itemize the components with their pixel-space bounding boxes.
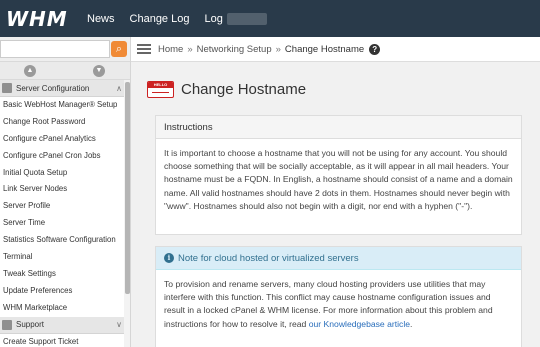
change-log-link[interactable]: Change Log [130, 13, 190, 25]
instructions-heading: Instructions [156, 116, 521, 139]
breadcrumb: Home » Networking Setup » Change Hostnam… [131, 37, 540, 62]
top-nav: News Change Log Log [72, 12, 267, 25]
top-header: WHM News Change Log Log [0, 0, 540, 37]
breadcrumb-home[interactable]: Home [158, 44, 183, 55]
menu-toggle-icon[interactable] [137, 42, 151, 56]
sidebar-item-update-preferences[interactable]: Update Preferences [0, 283, 130, 300]
sidebar-item-server-time[interactable]: Server Time [0, 215, 130, 232]
search-icon[interactable]: ⌕ [111, 41, 127, 57]
cloud-note-heading-row: i Note for cloud hosted or virtualized s… [156, 247, 521, 270]
sidebar-scrollbar[interactable] [124, 80, 130, 347]
page-title: Change Hostname [181, 81, 307, 98]
help-icon[interactable]: ? [369, 43, 381, 55]
main-content: HELLO Change Hostname Instructions It is… [131, 63, 540, 347]
info-icon: i [164, 253, 174, 263]
cloud-note-panel: i Note for cloud hosted or virtualized s… [155, 246, 522, 347]
sidebar-item-terminal[interactable]: Terminal [0, 249, 130, 266]
sidebar-item-basic-setup[interactable]: Basic WebHost Manager® Setup [0, 97, 130, 114]
server-icon [2, 83, 12, 93]
instructions-panel: Instructions It is important to choose a… [155, 115, 522, 235]
sidebar-item-link-server-nodes[interactable]: Link Server Nodes [0, 181, 130, 198]
sidebar-section-label: Server Configuration [16, 83, 90, 93]
hello-nametag-label: HELLO [148, 82, 173, 88]
sidebar-item-quota-setup[interactable]: Initial Quota Setup [0, 165, 130, 182]
expand-down-icon[interactable]: ▼ [93, 65, 105, 77]
knowledgebase-link[interactable]: our Knowledgebase article [309, 319, 410, 329]
sidebar-search-row: ⌕ [0, 37, 130, 62]
chevron-down-icon: ∨ [116, 320, 122, 330]
cloud-note-end: . [410, 318, 413, 329]
sidebar-item-tweak-settings[interactable]: Tweak Settings [0, 266, 130, 283]
blurred-username [226, 12, 267, 25]
whm-logo[interactable]: WHM [6, 7, 72, 31]
page-header: HELLO Change Hostname [147, 81, 306, 98]
breadcrumb-current: Change Hostname [284, 43, 365, 55]
collapse-up-icon[interactable]: ▲ [24, 65, 36, 77]
chevron-up-icon: ∧ [116, 83, 122, 93]
support-icon [2, 319, 12, 330]
sidebar-section-support[interactable]: Support ∨ [0, 316, 130, 334]
sidebar-item-create-support-ticket[interactable]: Create Support Ticket [0, 334, 130, 347]
sidebar-search-input[interactable] [0, 40, 110, 58]
log-link[interactable]: Log [204, 13, 222, 25]
sidebar-item-whm-marketplace[interactable]: WHM Marketplace [0, 300, 130, 317]
breadcrumb-separator: » [275, 43, 281, 55]
sidebar-item-change-root-password[interactable]: Change Root Password [0, 114, 130, 131]
breadcrumb-separator: » [187, 43, 193, 55]
sidebar-collapse-row: ▲ ▼ [0, 62, 130, 80]
sidebar-item-cron-jobs[interactable]: Configure cPanel Cron Jobs [0, 148, 130, 165]
breadcrumb-networking-setup[interactable]: Networking Setup [197, 44, 272, 55]
cloud-note-heading: Note for cloud hosted or virtualized ser… [178, 252, 359, 264]
sidebar-item-server-profile[interactable]: Server Profile [0, 198, 130, 215]
news-link[interactable]: News [87, 13, 115, 25]
sidebar-section-server-configuration[interactable]: Server Configuration ∧ [0, 80, 130, 97]
sidebar-scrollbar-thumb[interactable] [125, 82, 130, 294]
sidebar-item-cpanel-analytics[interactable]: Configure cPanel Analytics [0, 131, 130, 148]
instructions-text: It is important to choose a hostname tha… [164, 148, 513, 211]
hello-nametag-icon: HELLO [147, 81, 174, 98]
sidebar-section-label: Support [16, 320, 45, 330]
sidebar: ⌕ ▲ ▼ Server Configuration ∧ Basic WebHo… [0, 37, 131, 347]
sidebar-item-statistics-software[interactable]: Statistics Software Configuration [0, 232, 130, 249]
cloud-note-body: To provision and rename servers, many cl… [156, 270, 521, 339]
